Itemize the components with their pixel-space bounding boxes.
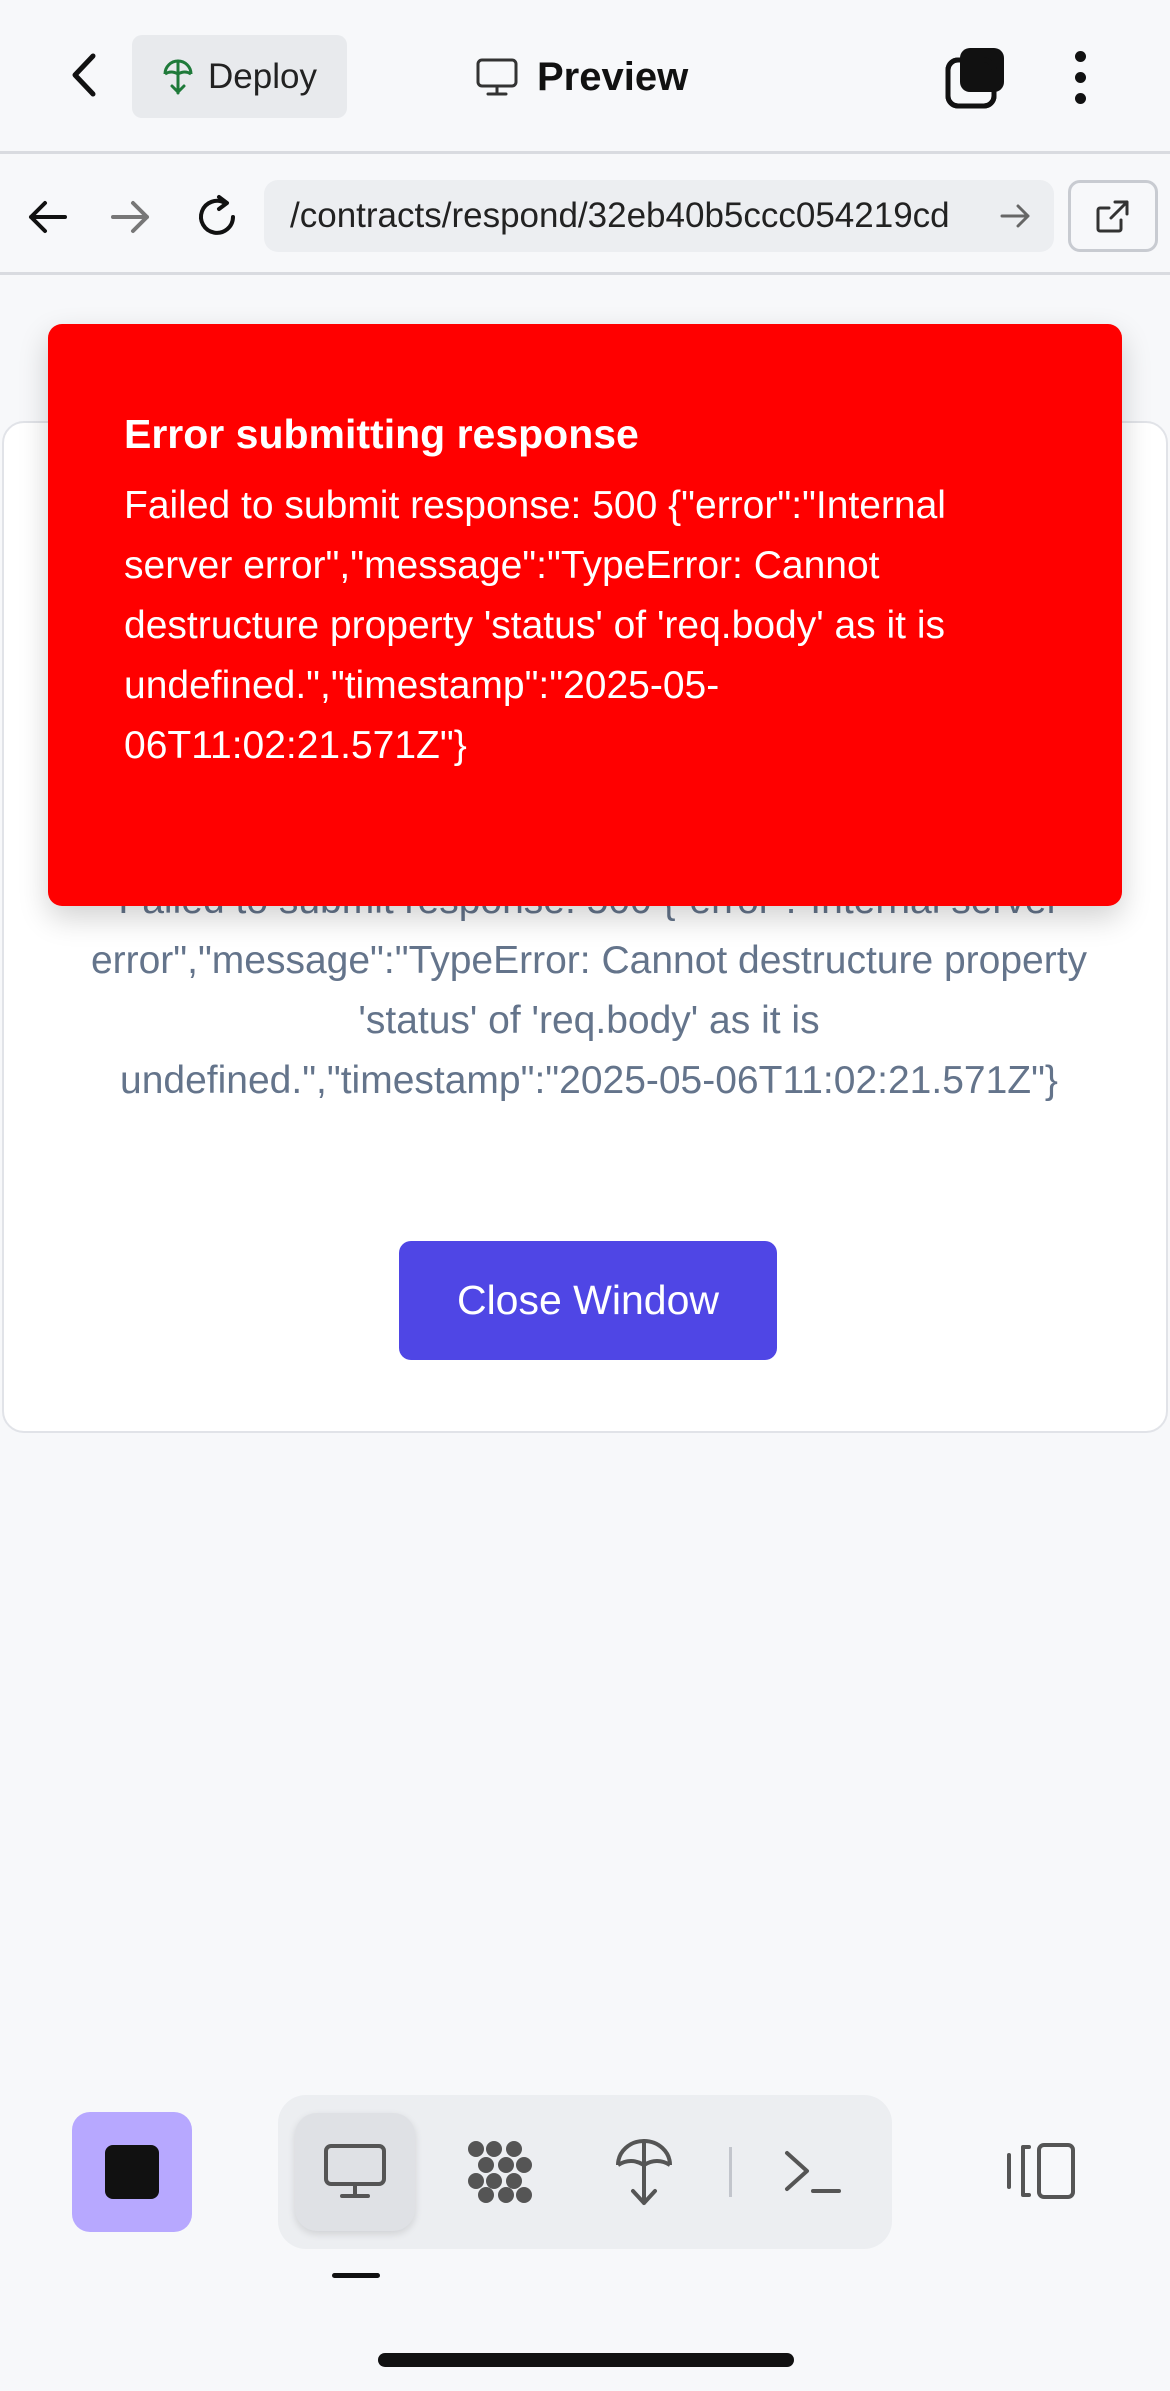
- tool-preview[interactable]: [295, 2113, 415, 2231]
- tool-deploy[interactable]: [584, 2113, 704, 2231]
- toast-body: Failed to submit response: 500 {"error":…: [124, 484, 946, 767]
- open-external-button[interactable]: [1068, 180, 1158, 252]
- deploy-icon: [616, 2139, 672, 2205]
- home-indicator: [378, 2353, 794, 2367]
- panel-layout-icon: [1007, 2143, 1075, 2199]
- monitor-icon: [476, 58, 518, 96]
- deploy-button[interactable]: Deploy: [132, 35, 347, 118]
- terminal-icon: [785, 2151, 841, 2193]
- error-message: Failed to submit response: 500 {"error":…: [90, 879, 1088, 1102]
- external-link-icon: [1096, 200, 1129, 233]
- deploy-label: Deploy: [208, 56, 317, 96]
- reload-button[interactable]: [182, 182, 252, 252]
- go-arrow-icon[interactable]: [998, 198, 1034, 234]
- tabs-icon: [945, 48, 1004, 109]
- bottom-tool-group: [278, 2095, 892, 2249]
- dot-icon: [1074, 50, 1086, 62]
- toast-title: Error submitting response: [124, 411, 639, 457]
- page-title: Preview: [475, 38, 688, 116]
- browser-bar: /contracts/respond/32eb40b5ccc054219cd: [0, 157, 1170, 275]
- back-button[interactable]: [55, 45, 115, 105]
- error-toast[interactable]: Error submitting response Failed to subm…: [48, 324, 1122, 906]
- tool-console[interactable]: [753, 2113, 873, 2231]
- reload-icon: [199, 195, 235, 235]
- url-input[interactable]: /contracts/respond/32eb40b5ccc054219cd: [264, 180, 1054, 252]
- toggle-panel-button[interactable]: [996, 2130, 1086, 2212]
- tabs-button[interactable]: [940, 42, 1010, 112]
- page-title-text: Preview: [537, 54, 689, 99]
- dot-icon: [1074, 92, 1086, 104]
- url-text: /contracts/respond/32eb40b5ccc054219cd: [290, 196, 950, 235]
- stop-button[interactable]: [72, 2112, 192, 2232]
- browser-back-button[interactable]: [12, 182, 82, 252]
- arrow-right-icon: [111, 201, 149, 233]
- chevron-left-icon: [72, 53, 96, 97]
- browser-forward-button[interactable]: [96, 182, 166, 252]
- toolbar-divider: [729, 2147, 732, 2197]
- grid-icon: [468, 2141, 532, 2203]
- arrow-left-icon: [29, 201, 67, 233]
- top-bar: Deploy Preview: [0, 0, 1170, 154]
- tool-workflows[interactable]: [440, 2113, 560, 2231]
- close-window-button[interactable]: Close Window: [399, 1241, 777, 1360]
- active-tool-indicator: [332, 2273, 380, 2278]
- dot-icon: [1074, 71, 1086, 83]
- stop-icon: [105, 2145, 159, 2199]
- deploy-icon: [163, 59, 193, 94]
- more-options-button[interactable]: [1050, 42, 1110, 112]
- monitor-icon: [324, 2144, 386, 2198]
